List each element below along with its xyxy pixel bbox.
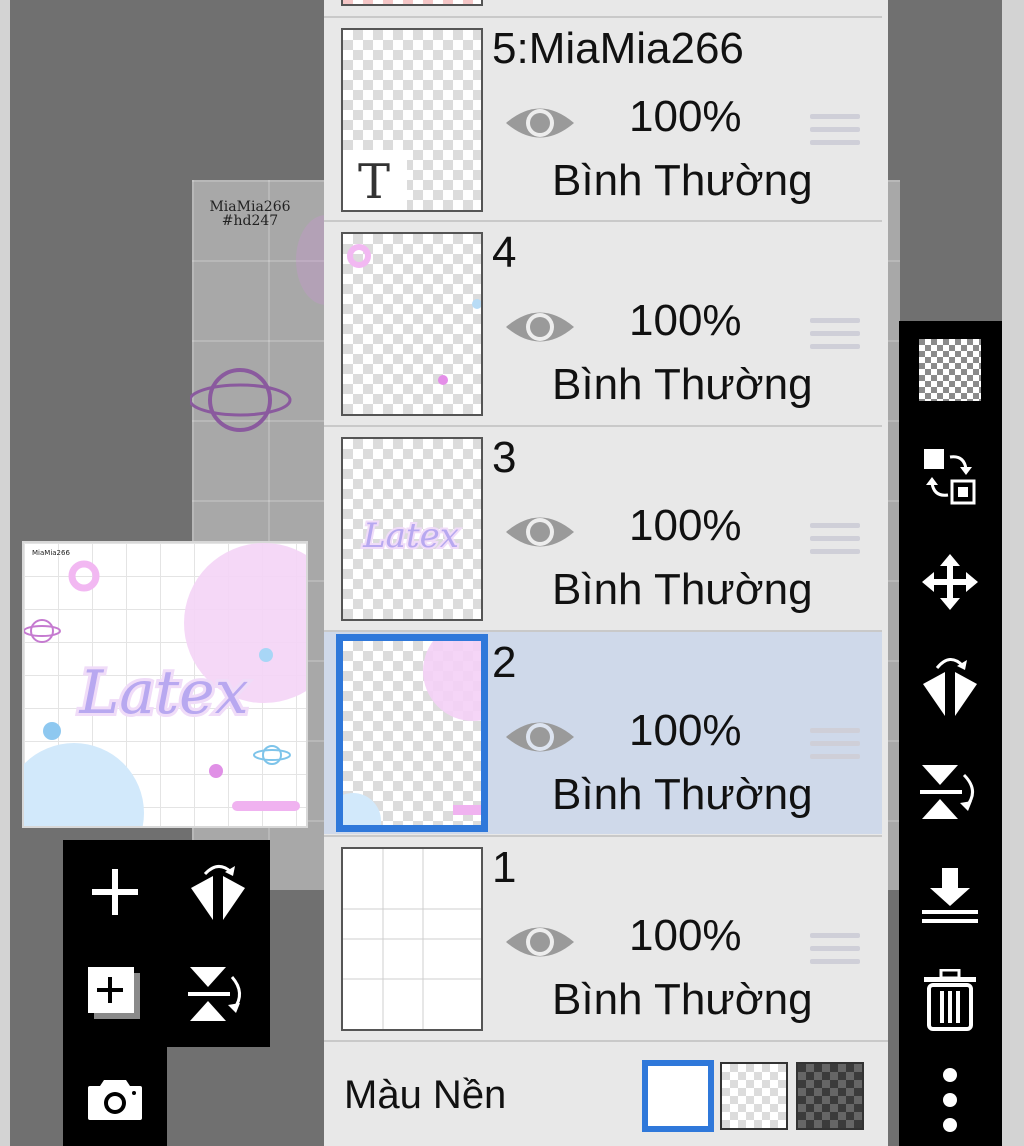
eye-icon[interactable] bbox=[504, 714, 576, 760]
swap-icon[interactable] bbox=[915, 441, 985, 511]
drag-handle-icon[interactable] bbox=[810, 933, 860, 972]
layer-blend-mode[interactable]: Bình Thường bbox=[552, 565, 813, 615]
background-dark-swatch[interactable] bbox=[796, 1062, 864, 1130]
flip-layer-vertical-icon[interactable] bbox=[178, 954, 258, 1034]
layer-blend-mode[interactable]: Bình Thường bbox=[552, 360, 813, 410]
flip-layer-horizontal-icon[interactable] bbox=[178, 852, 258, 932]
text-layer-icon: T bbox=[358, 154, 390, 210]
more-icon[interactable] bbox=[915, 1065, 985, 1135]
layer-opacity[interactable]: 100% bbox=[629, 911, 742, 961]
layer-name: 3 bbox=[492, 433, 517, 482]
layer-thumbnail[interactable]: Latex bbox=[341, 437, 483, 621]
right-edge bbox=[1002, 0, 1024, 1146]
layer-row-3[interactable]: Latex 3 100% Bình Thường bbox=[324, 425, 882, 629]
merge-down-icon[interactable] bbox=[915, 861, 985, 931]
layer-actions-toolbar bbox=[63, 840, 270, 1047]
layer-thumbnail[interactable] bbox=[341, 847, 483, 1031]
checkerboard-icon[interactable] bbox=[915, 335, 985, 405]
drag-handle-icon[interactable] bbox=[810, 523, 860, 562]
layer-row-4[interactable]: 4 100% Bình Thường bbox=[324, 220, 882, 424]
layer-opacity[interactable]: 100% bbox=[629, 706, 742, 756]
background-white-swatch[interactable] bbox=[642, 1060, 714, 1132]
layer-name: 1 bbox=[492, 843, 517, 892]
layer-thumbnail[interactable] bbox=[336, 634, 488, 832]
canvas-preview[interactable]: Latex MiaMia266 bbox=[22, 541, 308, 828]
layer-row-5[interactable]: T 5:MiaMia266 100% Bình Thường bbox=[324, 16, 882, 220]
add-layer-icon[interactable] bbox=[75, 852, 155, 932]
layer-opacity[interactable]: 100% bbox=[629, 501, 742, 551]
add-canvas-icon[interactable] bbox=[75, 954, 155, 1034]
layer-thumbnail[interactable]: T bbox=[341, 28, 483, 212]
flip-vertical-icon[interactable] bbox=[915, 757, 985, 827]
layer-row-partial[interactable] bbox=[324, 0, 882, 16]
drag-handle-icon[interactable] bbox=[810, 318, 860, 357]
layer-actions-toolbar-extension bbox=[63, 1047, 167, 1146]
layer-opacity[interactable]: 100% bbox=[629, 296, 742, 346]
background-color-label: Màu Nền bbox=[344, 1073, 507, 1117]
layer-blend-mode[interactable]: Bình Thường bbox=[552, 975, 813, 1025]
layer-panel: T 5:MiaMia266 100% Bình Thường 4 100% Bì… bbox=[324, 0, 888, 1146]
layer-blend-mode[interactable]: Bình Thường bbox=[552, 770, 813, 820]
eye-icon[interactable] bbox=[504, 509, 576, 555]
eye-icon[interactable] bbox=[504, 100, 576, 146]
layer-row-2[interactable]: 2 100% Bình Thường bbox=[324, 630, 882, 834]
left-edge bbox=[0, 0, 10, 1146]
trash-icon[interactable] bbox=[915, 965, 985, 1035]
preview-title: Latex bbox=[78, 658, 248, 728]
layer-thumbnail[interactable] bbox=[341, 0, 483, 6]
layer-thumbnail[interactable] bbox=[341, 232, 483, 416]
canvas-signature: MiaMia266 #hd247 bbox=[209, 199, 291, 229]
eye-icon[interactable] bbox=[504, 919, 576, 965]
layer-name: 5:MiaMia266 bbox=[492, 24, 744, 73]
flip-horizontal-icon[interactable] bbox=[915, 651, 985, 721]
layer-blend-mode[interactable]: Bình Thường bbox=[552, 156, 813, 206]
layer-row-1[interactable]: 1 100% Bình Thường bbox=[324, 835, 882, 1039]
svg-text:Latex: Latex bbox=[362, 516, 459, 556]
camera-icon[interactable] bbox=[75, 1059, 155, 1139]
move-icon[interactable] bbox=[915, 547, 985, 617]
svg-text:MiaMia266: MiaMia266 bbox=[32, 549, 70, 557]
drag-handle-icon[interactable] bbox=[810, 114, 860, 153]
layer-name: 4 bbox=[492, 228, 517, 277]
background-color-row: Màu Nền bbox=[324, 1040, 888, 1146]
eye-icon[interactable] bbox=[504, 304, 576, 350]
background-transparent-swatch[interactable] bbox=[720, 1062, 788, 1130]
planet-decoration bbox=[190, 368, 292, 432]
layer-opacity[interactable]: 100% bbox=[629, 92, 742, 142]
right-toolbar bbox=[899, 321, 1002, 1146]
drag-handle-icon[interactable] bbox=[810, 728, 860, 767]
layer-name: 2 bbox=[492, 638, 517, 687]
